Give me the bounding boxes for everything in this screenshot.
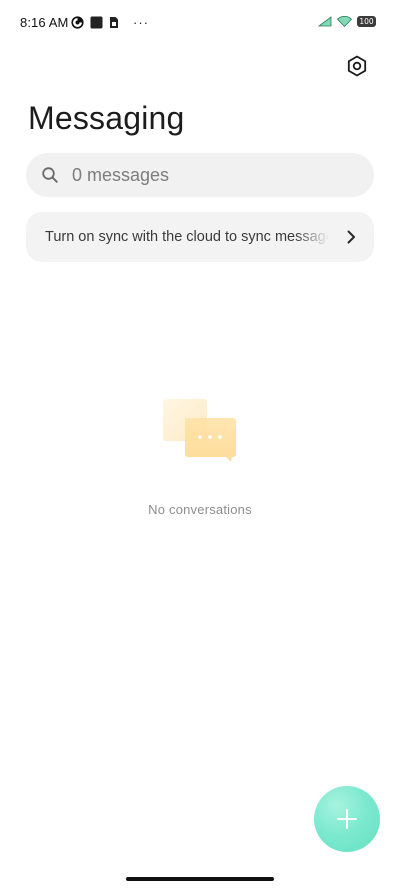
signal-icon [318,16,332,27]
battery-icon: 100 [357,16,376,27]
new-conversation-button[interactable] [314,786,380,852]
wifi-icon [337,16,352,27]
home-indicator[interactable] [126,877,274,881]
status-icons-left: ··· [71,15,149,30]
more-notifications-icon: ··· [133,15,149,30]
sync-banner-text: Turn on sync with the cloud to sync mess… [45,229,329,245]
chevron-right-icon [347,230,355,244]
sync-banner[interactable]: Turn on sync with the cloud to sync mess… [26,212,374,262]
settings-button[interactable] [343,52,371,80]
plus-icon [337,809,357,829]
empty-state-text: No conversations [148,502,252,517]
sim-icon [110,17,118,28]
page-title: Messaging [28,100,185,136]
chat-bubbles-icon [163,399,236,462]
status-bar: 8:16 AM ··· 100 [0,0,400,44]
search-input[interactable]: 0 messages [26,153,374,197]
data-saver-icon [71,16,84,29]
square-notification-icon [90,16,103,29]
status-icons-right: 100 [318,16,376,27]
search-placeholder: 0 messages [72,165,170,185]
settings-icon [347,55,367,77]
status-time: 8:16 AM [20,15,69,30]
search-icon [42,167,58,183]
